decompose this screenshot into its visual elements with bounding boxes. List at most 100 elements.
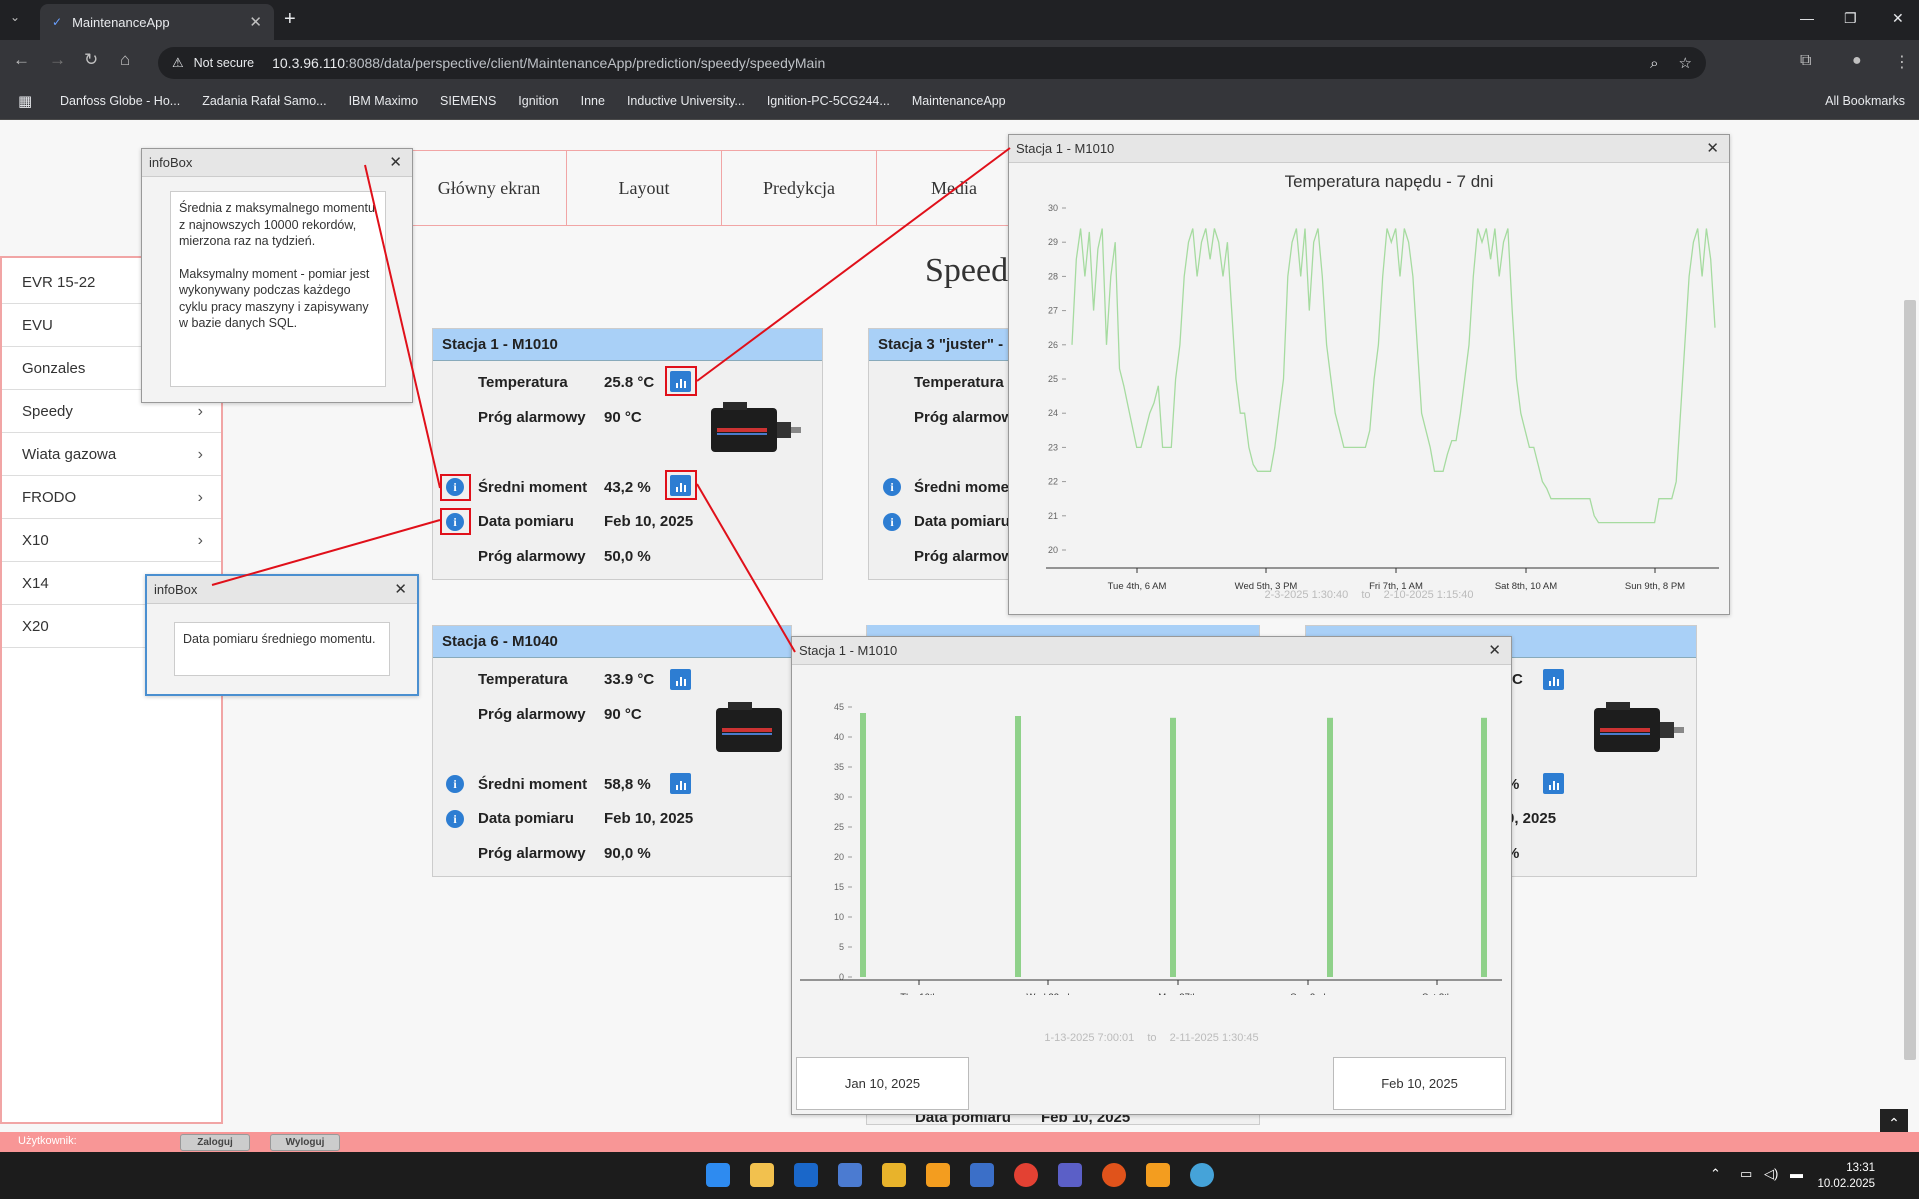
chart-title: Temperatura napędu - 7 dni xyxy=(1285,172,1494,191)
ignition-icon[interactable] xyxy=(1146,1163,1170,1187)
profile-icon[interactable]: ● xyxy=(1852,52,1862,70)
bookmark-maintenanceapp[interactable]: MaintenanceApp xyxy=(912,94,1006,108)
close-window-icon[interactable]: ✕ xyxy=(1892,10,1904,27)
y-tick-label: 5 xyxy=(839,942,844,952)
motor-image xyxy=(711,402,801,452)
infobox-text: Data pomiaru średniego momentu. xyxy=(174,622,390,676)
bookmark-siemens[interactable]: SIEMENS xyxy=(440,94,496,108)
scrollbar[interactable] xyxy=(1904,300,1916,1060)
sidebar-item-x10[interactable]: X10 › xyxy=(2,519,221,562)
close-icon[interactable]: ✕ xyxy=(1706,139,1719,157)
login-button[interactable]: Zaloguj xyxy=(180,1134,250,1151)
bookmark-ignition[interactable]: Ignition xyxy=(518,94,558,108)
chart-icon[interactable] xyxy=(670,669,691,690)
battery-icon[interactable]: ▬ xyxy=(1790,1166,1803,1181)
store-icon[interactable] xyxy=(1058,1163,1082,1187)
info-icon[interactable]: i xyxy=(446,775,464,793)
app-icon[interactable] xyxy=(838,1163,862,1187)
bookmark-danfoss[interactable]: Danfoss Globe - Ho... xyxy=(60,94,180,108)
app-icon[interactable] xyxy=(882,1163,906,1187)
bookmark-inne[interactable]: Inne xyxy=(581,94,605,108)
sidebar-item-wiata[interactable]: Wiata gazowa › xyxy=(2,433,221,476)
close-icon[interactable]: ✕ xyxy=(389,153,402,171)
restore-icon[interactable]: ❐ xyxy=(1844,10,1857,27)
infobox-popup: infoBox ✕ Średnia z maksymalnego momentu… xyxy=(141,148,413,403)
tab-list-chevron-icon[interactable]: ⌄ xyxy=(10,10,20,24)
x-tick-label: Mon 27th xyxy=(1158,992,1198,995)
bookmarks-bar: ▦ Danfoss Globe - Ho... Zadania Rafał Sa… xyxy=(0,82,1919,120)
range-to-word: to xyxy=(1147,1032,1157,1044)
tray-chevron-icon[interactable]: ⌃ xyxy=(1710,1166,1721,1182)
nav-item-predykcja[interactable]: Predykcja xyxy=(722,151,877,225)
app-icon[interactable] xyxy=(970,1163,994,1187)
date-value: 0, 2025 xyxy=(1506,810,1557,827)
bookmark-inductive[interactable]: Inductive University... xyxy=(627,94,745,108)
station-title: Stacja 6 - M1040 xyxy=(433,626,791,658)
chevron-right-icon: › xyxy=(197,532,203,549)
new-tab-icon[interactable]: + xyxy=(284,8,296,31)
y-tick-label: 45 xyxy=(834,702,844,712)
chart-icon[interactable] xyxy=(670,371,691,392)
app-icon[interactable] xyxy=(1190,1163,1214,1187)
outlook-icon[interactable] xyxy=(794,1163,818,1187)
file-explorer-icon[interactable] xyxy=(750,1163,774,1187)
sidebar-item-frodo[interactable]: FRODO › xyxy=(2,476,221,519)
extensions-icon[interactable]: ⧉ xyxy=(1800,52,1811,70)
volume-icon[interactable]: ◁) xyxy=(1764,1166,1778,1182)
sidebar-item-label: Speedy xyxy=(22,403,73,420)
chrome-icon[interactable] xyxy=(1014,1163,1038,1187)
series-line xyxy=(1071,228,1716,524)
bookmark-star-icon[interactable]: ☆ xyxy=(1679,54,1692,72)
range-from: 2-3-2025 1:30:40 xyxy=(1264,589,1349,601)
start-date-picker[interactable]: Jan 10, 2025 xyxy=(796,1057,969,1110)
chart-icon[interactable] xyxy=(1543,669,1564,690)
y-tick-label: 15 xyxy=(834,882,844,892)
y-tick-label: 23 xyxy=(1048,442,1058,452)
bookmark-zadania[interactable]: Zadania Rafał Samo... xyxy=(202,94,326,108)
y-tick-label: 28 xyxy=(1048,271,1058,281)
temp-value: 25.8 °C xyxy=(604,374,655,391)
network-icon[interactable]: ▭ xyxy=(1740,1166,1752,1182)
close-tab-icon[interactable]: ✕ xyxy=(249,13,262,31)
station-card-3: Stacja 3 "juster" - Temperatura Próg ala… xyxy=(868,328,1022,580)
alarm-temp-value: 90 °C xyxy=(604,706,642,723)
menu-icon[interactable]: ⋮ xyxy=(1894,52,1910,72)
range-from: 1-13-2025 7:00:01 xyxy=(1044,1032,1135,1044)
browser-tab[interactable]: ✓ MaintenanceApp ✕ xyxy=(40,4,274,40)
nav-item-layout[interactable]: Layout xyxy=(567,151,722,225)
home-icon[interactable]: ⌂ xyxy=(120,50,130,70)
chart-icon[interactable] xyxy=(1543,773,1564,794)
nav-item-glowny[interactable]: Główny ekran xyxy=(412,151,567,225)
time-range-label: 1-13-2025 7:00:01 to 2-11-2025 1:30:45 xyxy=(792,1032,1511,1044)
app-icon[interactable] xyxy=(1102,1163,1126,1187)
info-icon[interactable]: i xyxy=(446,478,464,496)
forward-icon[interactable]: → xyxy=(49,50,66,70)
chart-icon[interactable] xyxy=(670,773,691,794)
back-icon[interactable]: ← xyxy=(13,50,30,70)
close-icon[interactable]: ✕ xyxy=(394,580,407,598)
popup-title: Stacja 1 - M1010 xyxy=(792,637,1511,665)
moment-chart-popup: Stacja 1 - M1010 ✕ 051015202530354045Thu… xyxy=(791,636,1512,1115)
bookmark-maximo[interactable]: IBM Maximo xyxy=(349,94,418,108)
start-icon[interactable] xyxy=(706,1163,730,1187)
ignition-icon[interactable] xyxy=(926,1163,950,1187)
bookmark-ignition-pc[interactable]: Ignition-PC-5CG244... xyxy=(767,94,890,108)
chart-icon[interactable] xyxy=(670,475,691,496)
close-icon[interactable]: ✕ xyxy=(1488,641,1501,659)
all-bookmarks[interactable]: All Bookmarks xyxy=(1825,94,1905,108)
clock[interactable]: 13:31 10.02.2025 xyxy=(1817,1160,1875,1192)
zoom-icon[interactable]: ⌕ xyxy=(1650,55,1658,72)
sidebar-item-label: X20 xyxy=(22,618,49,635)
info-icon[interactable]: i xyxy=(883,478,901,496)
alarm-temp-value: 90 °C xyxy=(604,409,642,426)
minimize-icon[interactable]: — xyxy=(1800,10,1814,26)
info-icon[interactable]: i xyxy=(883,513,901,531)
alarm-temp-label: Próg alarmowy xyxy=(914,409,1022,426)
url-field[interactable]: ⚠ Not secure 10.3.96.110:8088/data/persp… xyxy=(158,47,1706,79)
apps-grid-icon[interactable]: ▦ xyxy=(18,92,32,110)
end-date-picker[interactable]: Feb 10, 2025 xyxy=(1333,1057,1506,1110)
info-icon[interactable]: i xyxy=(446,513,464,531)
logout-button[interactable]: Wyloguj xyxy=(270,1134,340,1151)
reload-icon[interactable]: ↻ xyxy=(84,50,98,70)
info-icon[interactable]: i xyxy=(446,810,464,828)
